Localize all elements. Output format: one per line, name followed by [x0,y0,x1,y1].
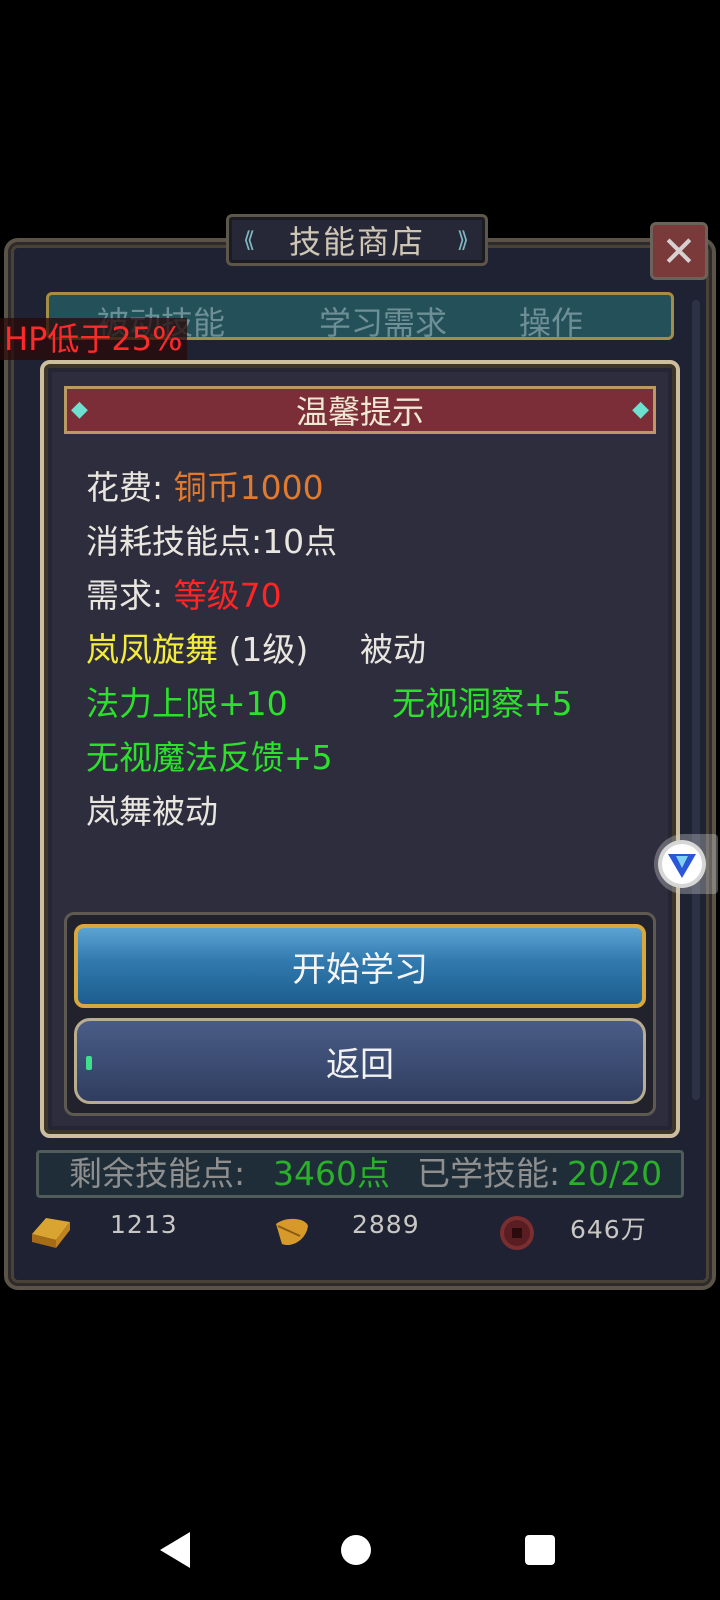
title-left-ornament-icon: ⟪ [243,228,258,253]
cost-label: 花费: [86,468,174,507]
requirement-value: 等级70 [173,576,282,615]
start-learning-button[interactable]: 开始学习 [74,924,646,1008]
skill-type: 被动 [360,630,426,669]
coin-amount: 646万 [570,1215,647,1244]
cost-line: 花费: 铜币1000 [86,466,324,510]
leaf-icon [276,1218,308,1246]
effect-mana-cap: 法力上限+10 [86,684,288,723]
dialog-title: 温馨提示 [295,393,424,431]
back-indicator-icon [86,1056,92,1070]
remaining-points-label: 剩余技能点: [69,1154,246,1193]
back-label: 返回 [326,1044,394,1085]
nav-home-icon[interactable] [340,1534,372,1566]
shop-title-plate: ⟪ 技能商店 ⟫ [226,214,488,266]
copper-coin-icon [500,1216,534,1250]
gold-ingot-icon [32,1218,70,1248]
title-gem-icon: ◆ [71,397,88,422]
start-learning-label: 开始学习 [292,949,428,990]
skill-points-bar: 剩余技能点: 3460点 已学技能: 20/20 [36,1150,684,1198]
nav-recents-icon[interactable] [524,1534,556,1566]
skill-point-consume: 消耗技能点:10点 [86,522,338,561]
close-icon: ✕ [661,226,697,276]
dialog-title-bar: ◆ 温馨提示 ◆ [64,386,656,434]
requirement-line: 需求: 等级70 [86,574,282,618]
effect-ignore-magic-feedback: 无视魔法反馈+5 [86,738,333,777]
v-logo-icon [658,840,706,888]
skill-name-line: 岚凤旋舞 (1级) [86,628,308,672]
skill-name: 岚凤旋舞 [86,630,218,669]
column-requirement: 学习需求 [319,304,448,342]
close-button[interactable]: ✕ [650,222,708,280]
cost-value: 铜币1000 [173,468,324,507]
remaining-points-value: 3460点 [273,1154,390,1193]
learned-skills-value: 20/20 [567,1154,663,1193]
title-gem-icon: ◆ [632,397,649,422]
floating-assistant-button[interactable] [654,834,718,894]
title-right-ornament-icon: ⟫ [456,228,471,253]
skill-description: 岚舞被动 [86,792,218,831]
learned-skills-label: 已学技能: [417,1154,561,1193]
nav-back-icon[interactable] [158,1530,192,1570]
column-action: 操作 [519,304,584,342]
requirement-label: 需求: [86,576,174,615]
leaf-amount: 2889 [352,1210,420,1239]
effect-ignore-insight: 无视洞察+5 [392,684,573,723]
skill-list-scrollbar[interactable] [692,300,700,1100]
hp-warning-label: HP低于25% [0,318,187,360]
gold-amount: 1213 [110,1210,178,1239]
skill-level: (1级) [228,630,309,669]
shop-title: 技能商店 [288,223,425,261]
back-button[interactable]: 返回 [74,1018,646,1104]
